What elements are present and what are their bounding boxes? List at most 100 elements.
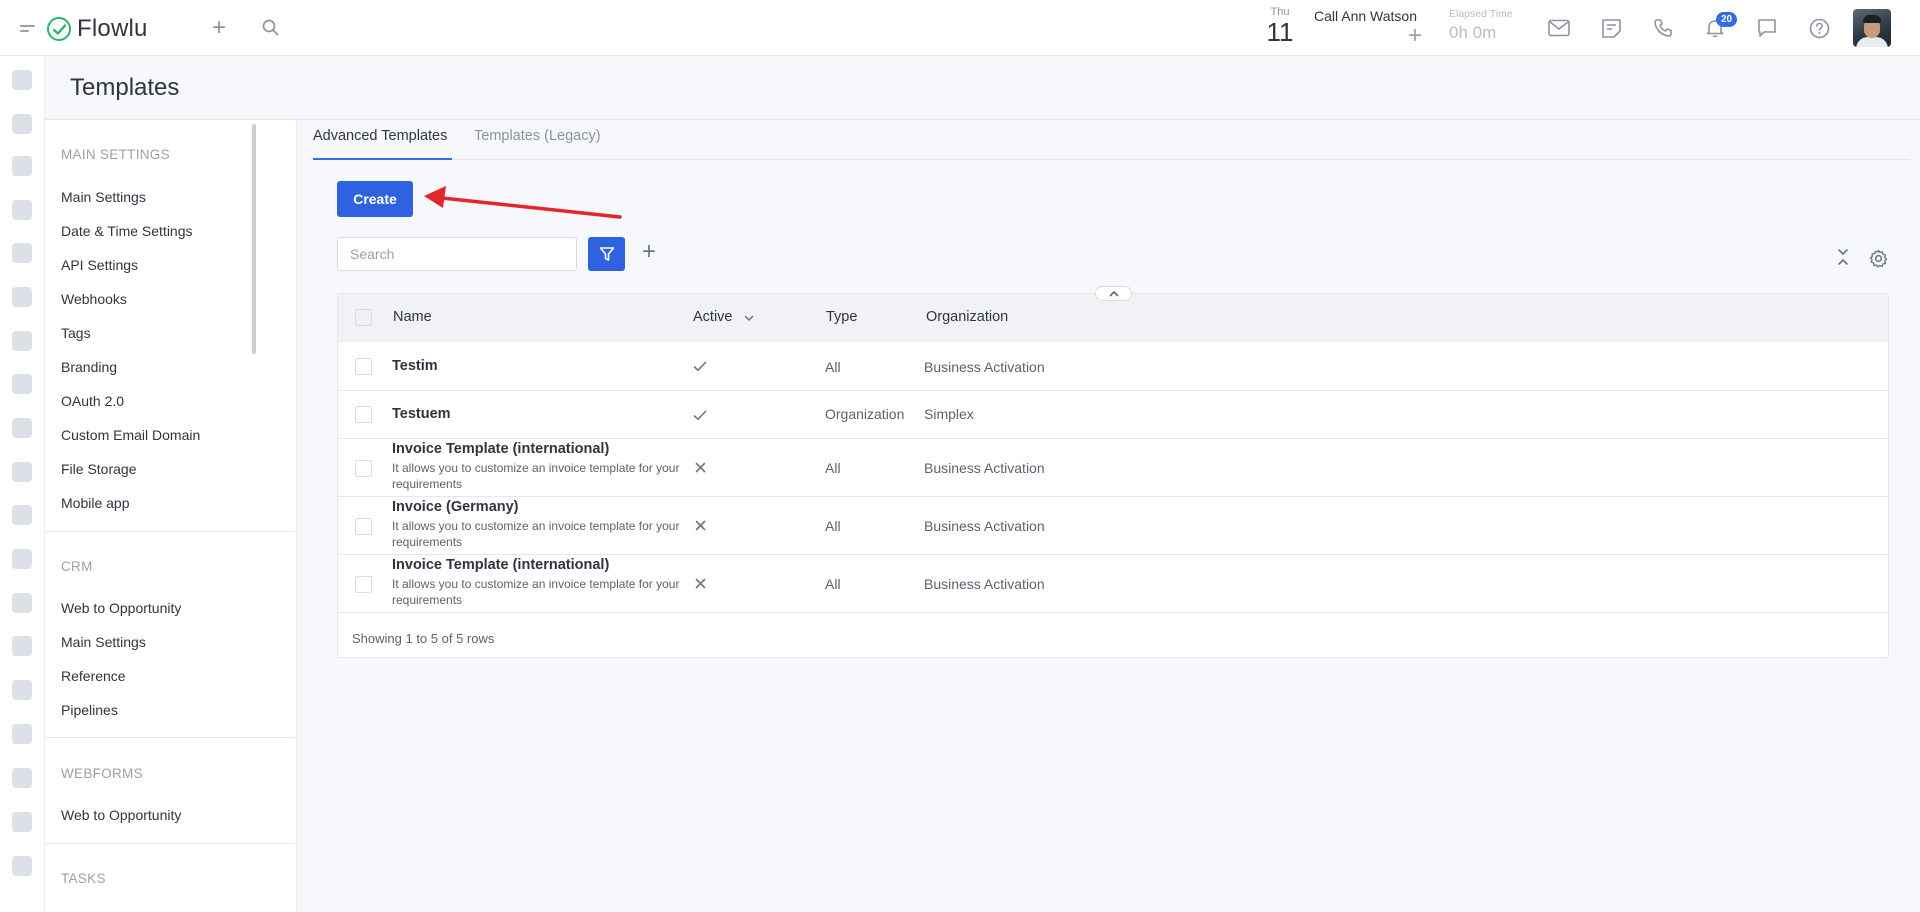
upload-icon[interactable] xyxy=(12,462,32,482)
collapse-panel-button[interactable] xyxy=(1095,286,1132,301)
goals-icon[interactable] xyxy=(12,680,32,700)
template-description: It allows you to customize an invoice te… xyxy=(392,519,680,549)
team-icon[interactable] xyxy=(12,418,32,438)
sidebar-item-tags[interactable]: Tags xyxy=(61,325,91,341)
column-active[interactable]: Active xyxy=(693,309,733,325)
app-logo[interactable]: Flowlu xyxy=(47,15,148,43)
template-name[interactable]: Testuem xyxy=(392,406,451,422)
check-icon xyxy=(693,361,707,371)
notifications-badge[interactable]: 20 xyxy=(1716,12,1738,27)
sidebar-item-oauth[interactable]: OAuth 2.0 xyxy=(61,393,124,409)
row-checkbox[interactable] xyxy=(355,576,372,593)
sidebar-section-webforms: WEBFORMS xyxy=(61,766,143,781)
finance-icon[interactable] xyxy=(12,243,32,263)
help-icon[interactable] xyxy=(1807,16,1831,40)
column-organization[interactable]: Organization xyxy=(926,309,1008,325)
table-row[interactable]: Invoice Template (international) It allo… xyxy=(338,439,1888,497)
documents-icon[interactable] xyxy=(12,593,32,613)
filter-button[interactable] xyxy=(588,237,625,271)
template-organization: Simplex xyxy=(924,406,974,422)
elapsed-label: Elapsed Time xyxy=(1449,8,1513,20)
template-name[interactable]: Testim xyxy=(392,358,438,374)
chat-icon[interactable] xyxy=(1755,16,1779,40)
notes-icon[interactable] xyxy=(1599,16,1623,40)
sidebar-item-mobile-app[interactable]: Mobile app xyxy=(61,495,130,511)
template-name[interactable]: Invoice Template (international) xyxy=(392,441,609,457)
crm-funnel-icon[interactable] xyxy=(12,156,32,176)
quick-add-icon[interactable]: + xyxy=(212,16,226,40)
create-button[interactable]: Create xyxy=(337,181,413,217)
user-avatar[interactable] xyxy=(1853,9,1891,47)
contacts-icon[interactable] xyxy=(12,374,32,394)
cross-icon xyxy=(695,462,706,473)
sort-chevron-down-icon[interactable] xyxy=(744,315,754,322)
table-row[interactable]: Testim All Business Activation xyxy=(338,343,1888,391)
sidebar-section-main-settings: MAIN SETTINGS xyxy=(61,147,170,162)
home-icon[interactable] xyxy=(12,636,32,656)
tasks-icon[interactable] xyxy=(12,114,32,134)
learning-icon[interactable] xyxy=(12,856,32,876)
table-row[interactable]: Testuem Organization Simplex xyxy=(338,391,1888,439)
active-tab-indicator xyxy=(313,158,452,160)
collapse-all-icon[interactable] xyxy=(1836,248,1850,266)
select-all-checkbox[interactable] xyxy=(355,309,372,326)
table-row[interactable]: Invoice (Germany) It allows you to custo… xyxy=(338,497,1888,555)
sidebar-item-reference[interactable]: Reference xyxy=(61,668,126,684)
table-header: Name Active Type Organization xyxy=(338,294,1888,342)
logo-check-icon xyxy=(47,17,71,41)
search-input[interactable] xyxy=(337,237,577,271)
mindmap-icon[interactable] xyxy=(12,505,32,525)
inbox-icon[interactable] xyxy=(12,724,32,744)
column-name[interactable]: Name xyxy=(393,309,432,325)
sidebar-item-webforms-web-to-opportunity[interactable]: Web to Opportunity xyxy=(61,807,181,823)
page-title: Templates xyxy=(70,74,180,101)
sidebar-item-web-to-opportunity[interactable]: Web to Opportunity xyxy=(61,600,181,616)
apps-icon[interactable] xyxy=(12,768,32,788)
table-row[interactable]: Invoice Template (international) It allo… xyxy=(338,555,1888,613)
gear-icon[interactable] xyxy=(1869,249,1888,268)
search-icon[interactable] xyxy=(262,19,279,40)
date-widget[interactable]: Thu 11 xyxy=(1266,6,1294,46)
row-checkbox[interactable] xyxy=(355,460,372,477)
time-tracker[interactable]: Elapsed Time 0h 0m xyxy=(1449,8,1513,43)
tab-templates-legacy[interactable]: Templates (Legacy) xyxy=(474,128,601,144)
sidebar-item-branding[interactable]: Branding xyxy=(61,359,117,375)
phone-icon[interactable] xyxy=(1651,16,1675,40)
template-name[interactable]: Invoice Template (international) xyxy=(392,557,609,573)
template-organization: Business Activation xyxy=(924,359,1045,375)
sidebar-item-api-settings[interactable]: API Settings xyxy=(61,257,138,273)
menu-toggle-icon[interactable] xyxy=(20,25,35,33)
agile-icon[interactable] xyxy=(12,287,32,307)
sidebar-item-date-time-settings[interactable]: Date & Time Settings xyxy=(61,223,193,239)
template-name[interactable]: Invoice (Germany) xyxy=(392,499,519,515)
add-filter-icon[interactable]: + xyxy=(642,240,656,264)
template-type: All xyxy=(825,518,841,534)
sidebar-item-main-settings[interactable]: Main Settings xyxy=(61,189,146,205)
sidebar-item-pipelines[interactable]: Pipelines xyxy=(61,702,118,718)
sidebar-item-file-storage[interactable]: File Storage xyxy=(61,461,136,477)
template-organization: Business Activation xyxy=(924,460,1045,476)
tab-advanced-templates[interactable]: Advanced Templates xyxy=(313,128,447,144)
users-icon[interactable] xyxy=(12,812,32,832)
sidebar-item-crm-main-settings[interactable]: Main Settings xyxy=(61,634,146,650)
knowledge-icon[interactable] xyxy=(12,331,32,351)
sidebar-item-webhooks[interactable]: Webhooks xyxy=(61,291,127,307)
cross-icon xyxy=(695,578,706,589)
projects-icon[interactable] xyxy=(12,200,32,220)
row-checkbox[interactable] xyxy=(355,358,372,375)
upcoming-event[interactable]: Call Ann Watson + xyxy=(1314,8,1422,48)
row-checkbox[interactable] xyxy=(355,518,372,535)
filter-icon xyxy=(599,247,614,261)
sidebar-item-custom-email-domain[interactable]: Custom Email Domain xyxy=(61,427,200,443)
column-type[interactable]: Type xyxy=(826,309,857,325)
dashboard-icon[interactable] xyxy=(12,70,32,90)
chevron-up-icon xyxy=(1109,290,1118,297)
annotation-arrow xyxy=(424,186,622,219)
row-checkbox[interactable] xyxy=(355,406,372,423)
mail-icon[interactable] xyxy=(1547,16,1571,40)
timesheet-icon[interactable] xyxy=(12,549,32,569)
add-event-icon[interactable]: + xyxy=(1408,24,1422,48)
template-description: It allows you to customize an invoice te… xyxy=(392,577,680,607)
sidebar-scrollbar[interactable] xyxy=(252,124,256,354)
tabs-divider xyxy=(313,159,1910,160)
